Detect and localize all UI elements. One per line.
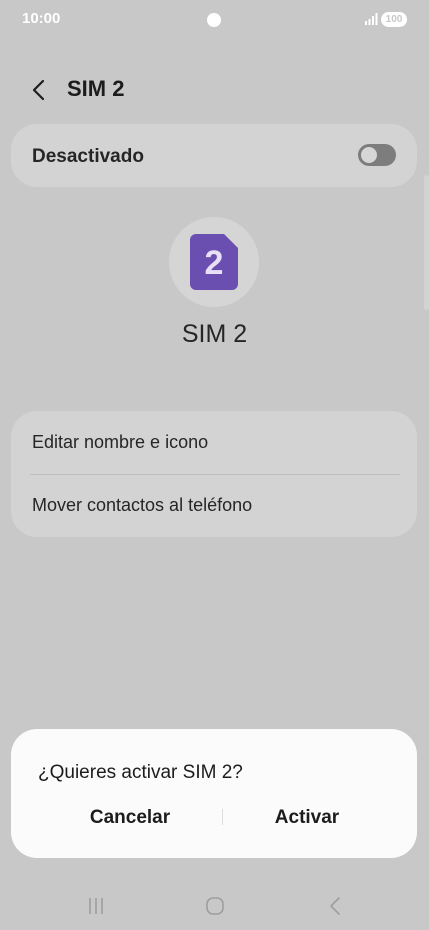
sim-number: 2 [205,244,224,282]
activate-sim-dialog: ¿Quieres activar SIM 2? Cancelar Activar [11,729,417,858]
back-icon[interactable] [324,894,348,918]
sim-toggle-switch[interactable] [358,144,396,166]
navigation-bar [0,880,429,930]
options-card: Editar nombre e icono Mover contactos al… [11,411,417,537]
signal-icon [365,13,378,25]
header: SIM 2 [0,70,429,110]
toggle-knob [361,147,377,163]
sim-icon-container: 2 [169,217,259,307]
page-title: SIM 2 [67,76,125,101]
sim-toggle-row[interactable]: Desactivado [11,124,417,187]
back-arrow-icon[interactable] [26,76,54,104]
status-time: 10:00 [22,10,61,27]
status-bar: 10:00 100 [0,0,429,40]
activate-button[interactable]: Activar [212,803,402,833]
edit-name-icon-option[interactable]: Editar nombre e icono [32,432,208,453]
scroll-indicator [424,175,429,310]
cancel-button[interactable]: Cancelar [35,803,225,833]
recents-icon[interactable] [84,894,108,918]
move-contacts-option[interactable]: Mover contactos al teléfono [32,495,252,516]
battery-icon: 100 [381,12,407,27]
sim-name: SIM 2 [181,320,248,348]
sim-card-icon: 2 [190,234,238,290]
divider [30,474,400,475]
camera-cutout [207,13,221,27]
dialog-title: ¿Quieres activar SIM 2? [38,762,243,783]
toggle-label: Desactivado [32,146,144,167]
home-icon[interactable] [203,894,227,918]
